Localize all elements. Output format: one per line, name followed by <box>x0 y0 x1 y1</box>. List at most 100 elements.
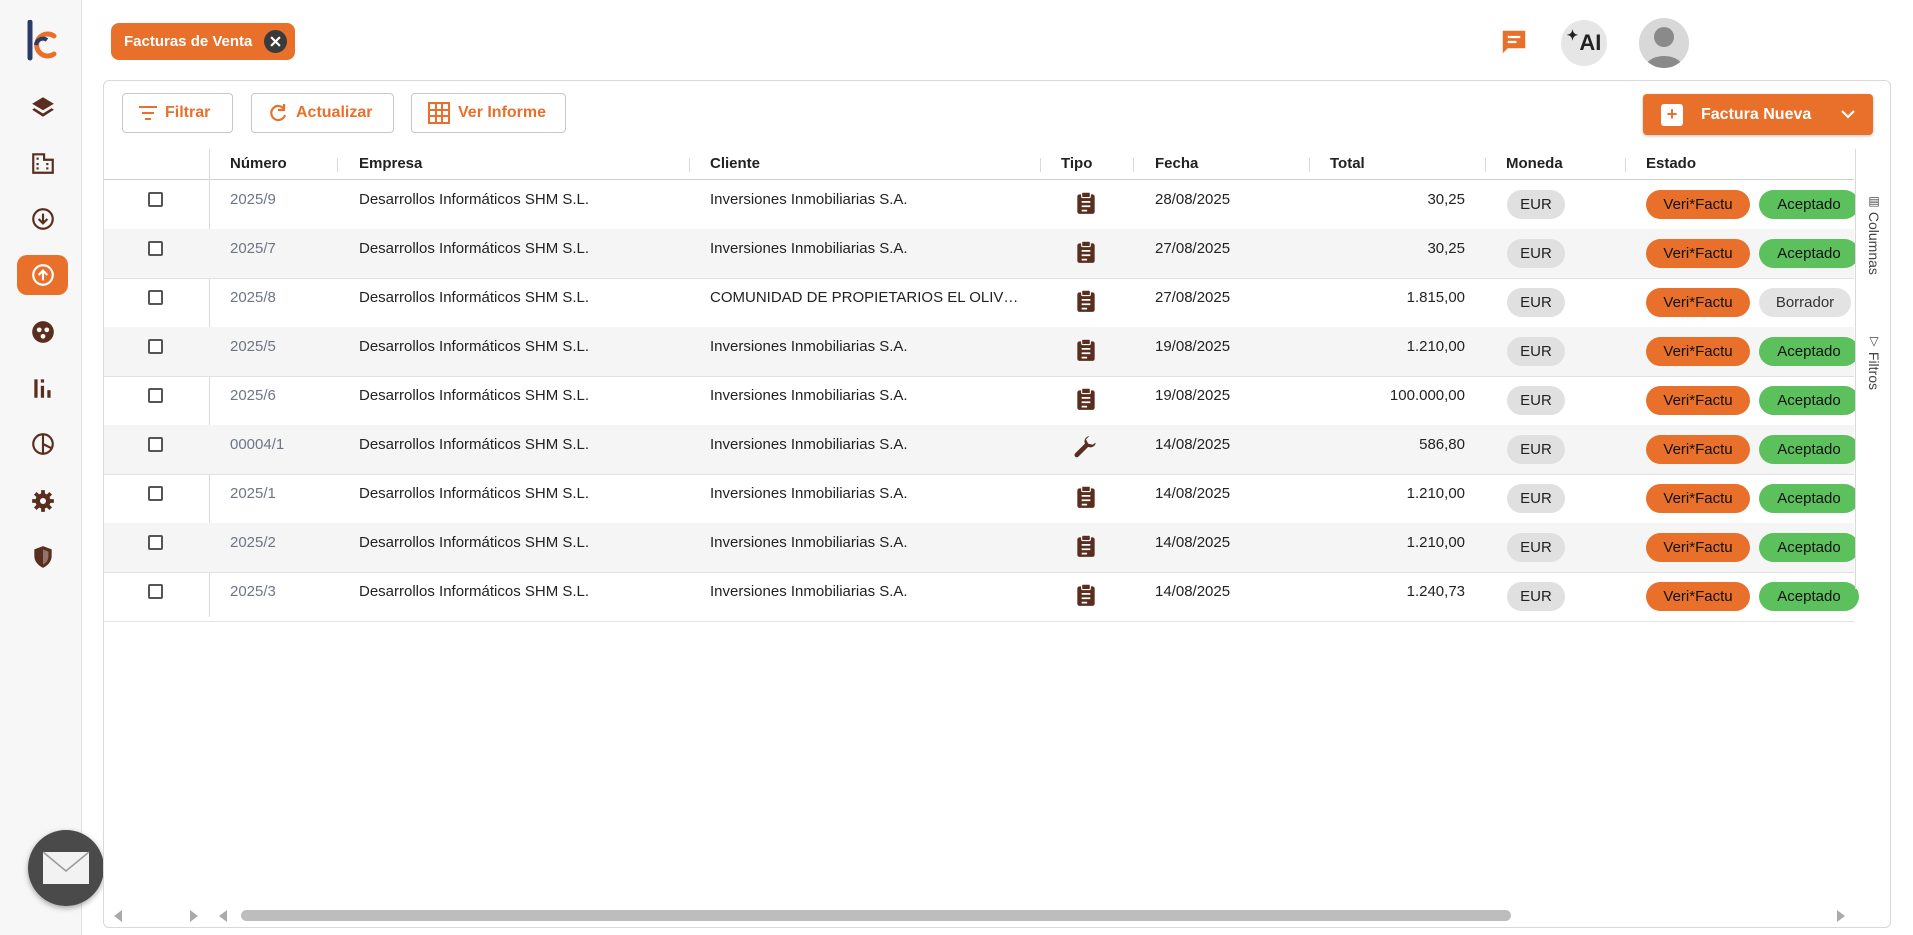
sidebar-item-security[interactable] <box>17 537 68 577</box>
table-row[interactable]: 2025/5 Desarrollos Informáticos SHM S.L. I… <box>104 327 1859 377</box>
column-header-moneda[interactable]: Moneda <box>1506 149 1563 179</box>
refresh-button[interactable]: Actualizar <box>251 93 394 133</box>
status-badge: Aceptado <box>1759 484 1859 513</box>
sidebar-item-purchases[interactable] <box>17 199 68 239</box>
invoice-number[interactable]: 00004/1 <box>230 425 340 465</box>
sidebar-item-contacts[interactable] <box>17 312 68 352</box>
filter-button[interactable]: Filtrar <box>122 93 233 133</box>
new-invoice-button[interactable]: + Factura Nueva <box>1643 94 1873 135</box>
table-row[interactable]: 00004/1 Desarrollos Informáticos SHM S.L.… <box>104 425 1859 475</box>
invoice-total: 1.240,73 <box>1406 583 1465 600</box>
invoice-number[interactable]: 2025/6 <box>230 376 340 416</box>
ai-label: AI <box>1579 30 1602 55</box>
table-row[interactable]: 2025/1 Desarrollos Informáticos SHM S.L. I… <box>104 474 1859 524</box>
verifactu-badge: Veri*Factu <box>1646 582 1750 611</box>
table-row[interactable]: 2025/6 Desarrollos Informáticos SHM S.L. I… <box>104 376 1859 426</box>
tab-facturas-de-venta[interactable]: Facturas de Venta <box>111 23 296 60</box>
column-header-tipo[interactable]: Tipo <box>1061 149 1092 179</box>
close-tab-button[interactable] <box>264 30 288 53</box>
row-checkbox[interactable] <box>148 290 163 305</box>
refresh-icon <box>270 104 287 122</box>
table-row[interactable]: 2025/7 Desarrollos Informáticos SHM S.L. I… <box>104 229 1859 279</box>
column-header-total[interactable]: Total <box>1330 149 1365 179</box>
status-badge: Aceptado <box>1759 239 1859 268</box>
new-invoice-label: Factura Nueva <box>1701 105 1812 123</box>
invoice-number[interactable]: 2025/2 <box>230 523 340 563</box>
sidebar-item-statistics[interactable] <box>17 368 68 408</box>
column-separator[interactable] <box>1040 158 1041 172</box>
sidebar-item-settings[interactable] <box>17 481 68 521</box>
scroll-right-arrow[interactable] <box>1837 910 1845 922</box>
verifactu-badge: Veri*Factu <box>1646 484 1750 513</box>
client-name: Inversiones Inmobiliarias S.A. <box>710 583 908 600</box>
scrollbar-thumb[interactable] <box>241 910 1511 921</box>
column-header-fecha[interactable]: Fecha <box>1155 149 1198 179</box>
view-report-button[interactable]: Ver Informe <box>411 93 566 133</box>
client-name: Inversiones Inmobiliarias S.A. <box>710 240 908 257</box>
invoice-number[interactable]: 2025/3 <box>230 572 340 612</box>
invoice-date: 27/08/2025 <box>1155 289 1231 306</box>
invoice-number[interactable]: 2025/9 <box>230 180 340 220</box>
scroll-left-arrow[interactable] <box>219 910 227 922</box>
sidebar-item-sales[interactable] <box>17 255 68 295</box>
row-checkbox[interactable] <box>148 339 163 354</box>
column-separator[interactable] <box>1625 158 1626 172</box>
app-logo[interactable] <box>25 20 59 62</box>
column-separator[interactable] <box>1133 158 1134 172</box>
download-circle-icon <box>31 208 54 230</box>
invoice-total: 1.210,00 <box>1406 485 1465 502</box>
column-separator[interactable] <box>1485 158 1486 172</box>
row-checkbox[interactable] <box>148 192 163 207</box>
mail-button[interactable] <box>28 830 104 906</box>
row-checkbox[interactable] <box>148 535 163 550</box>
user-icon <box>1645 27 1683 68</box>
column-separator[interactable] <box>337 158 338 172</box>
chevron-down-icon[interactable] <box>1841 110 1856 119</box>
chat-icon[interactable] <box>1499 27 1529 57</box>
sidebar-item-reports[interactable] <box>17 424 68 464</box>
invoice-number[interactable]: 2025/1 <box>230 474 340 514</box>
column-header-numero[interactable]: Número <box>230 149 287 179</box>
invoice-total: 30,25 <box>1427 240 1465 257</box>
table-row[interactable]: 2025/9 Desarrollos Informáticos SHM S.L. I… <box>104 180 1859 230</box>
currency-badge: EUR <box>1507 386 1565 415</box>
scroll-left-arrow[interactable] <box>114 910 122 922</box>
row-checkbox[interactable] <box>148 584 163 599</box>
top-bar: Facturas de Venta ✦ AI <box>81 0 1913 80</box>
user-avatar[interactable] <box>1639 18 1689 68</box>
invoice-number[interactable]: 2025/8 <box>230 278 340 318</box>
table-row[interactable]: 2025/2 Desarrollos Informáticos SHM S.L. I… <box>104 523 1859 573</box>
invoice-date: 27/08/2025 <box>1155 240 1231 257</box>
currency-badge: EUR <box>1507 239 1565 268</box>
filters-panel-tab[interactable]: ▽ Filtros <box>1866 334 1882 390</box>
status-badge: Borrador <box>1759 288 1851 317</box>
column-separator[interactable] <box>689 158 690 172</box>
sidebar-item-companies[interactable] <box>17 143 68 183</box>
refresh-label: Actualizar <box>296 104 373 121</box>
columns-panel-tab[interactable]: ▤ Columnas <box>1866 194 1882 275</box>
row-checkbox[interactable] <box>148 388 163 403</box>
row-checkbox[interactable] <box>148 486 163 501</box>
envelope-icon <box>42 851 90 884</box>
ai-assistant-button[interactable]: ✦ AI <box>1561 20 1607 66</box>
company-name: Desarrollos Informáticos SHM S.L. <box>359 436 590 453</box>
invoice-number[interactable]: 2025/5 <box>230 327 340 367</box>
verifactu-badge: Veri*Factu <box>1646 386 1750 415</box>
column-header-estado[interactable]: Estado <box>1646 149 1696 179</box>
table-row[interactable]: 2025/3 Desarrollos Informáticos SHM S.L. I… <box>104 572 1859 622</box>
layers-icon <box>31 97 54 117</box>
tab-label: Facturas de Venta <box>124 33 253 50</box>
row-checkbox[interactable] <box>148 437 163 452</box>
column-header-cliente[interactable]: Cliente <box>710 149 760 179</box>
column-separator[interactable] <box>1309 158 1310 172</box>
table-icon <box>428 102 450 124</box>
scroll-right-arrow[interactable] <box>190 910 198 922</box>
table-row[interactable]: 2025/8 Desarrollos Informáticos SHM S.L. C… <box>104 278 1854 328</box>
sidebar-item-layers[interactable] <box>17 87 68 127</box>
invoice-total: 1.210,00 <box>1406 338 1465 355</box>
row-checkbox[interactable] <box>148 241 163 256</box>
column-header-empresa[interactable]: Empresa <box>359 149 422 179</box>
invoice-number[interactable]: 2025/7 <box>230 229 340 269</box>
horizontal-scrollbar[interactable] <box>104 903 1854 925</box>
invoice-date: 14/08/2025 <box>1155 583 1231 600</box>
